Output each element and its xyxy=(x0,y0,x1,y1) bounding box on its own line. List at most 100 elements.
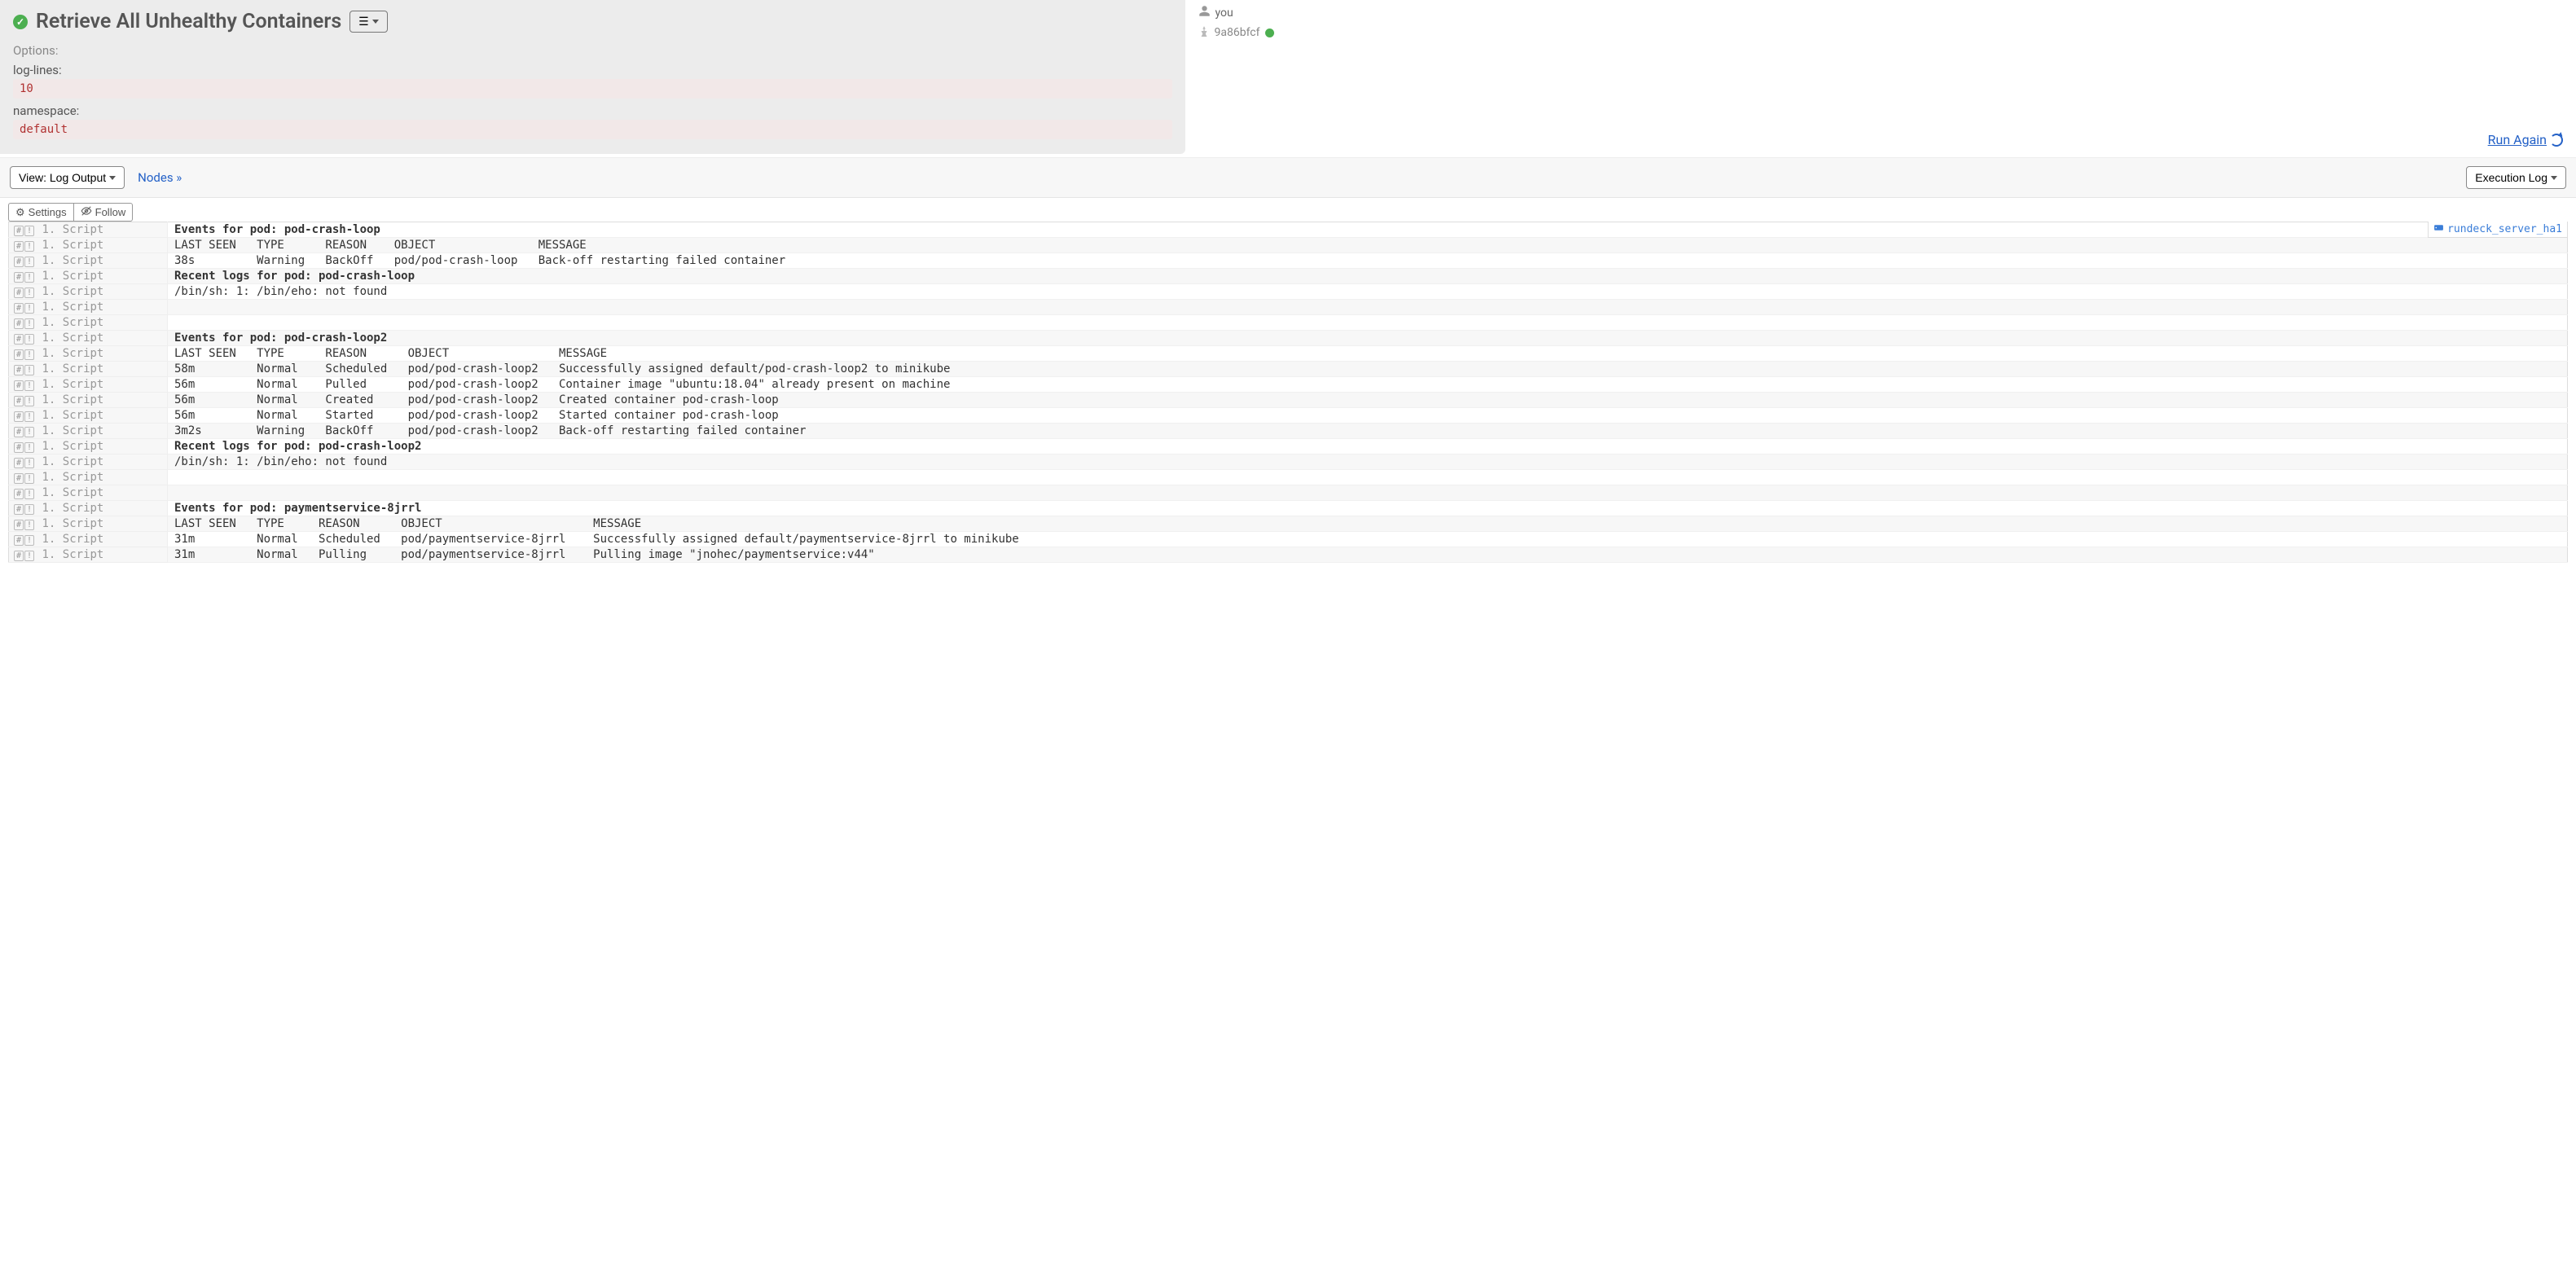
step-icon: # xyxy=(14,489,24,499)
log-row-meta: #! 1. Script xyxy=(9,470,168,485)
follow-label: Follow xyxy=(95,206,126,218)
step-bang-icon: ! xyxy=(24,520,34,530)
log-line: LAST SEEN TYPE REASON OBJECT MESSAGE xyxy=(168,516,2568,532)
log-line: 56m Normal Started pod/pod-crash-loop2 S… xyxy=(168,408,2568,424)
run-again-link[interactable]: Run Again xyxy=(2488,132,2563,147)
log-line: Events for pod: pod-crash-loop2 xyxy=(168,331,2568,346)
step-label: 1. Script xyxy=(42,301,104,314)
step-bang-icon: ! xyxy=(24,427,34,437)
log-row: #! 1. Script/bin/sh: 1: /bin/eho: not fo… xyxy=(9,454,2568,470)
execution-log-dropdown[interactable]: Execution Log xyxy=(2466,166,2566,189)
step-bang-icon: ! xyxy=(24,226,34,236)
log-line: 56m Normal Created pod/pod-crash-loop2 C… xyxy=(168,393,2568,408)
log-line: 56m Normal Pulled pod/pod-crash-loop2 Co… xyxy=(168,377,2568,393)
log-line: Recent logs for pod: pod-crash-loop xyxy=(168,269,2568,284)
log-line: LAST SEEN TYPE REASON OBJECT MESSAGE xyxy=(168,238,2568,253)
log-row-meta: #! 1. Script xyxy=(9,362,168,377)
log-line: 3m2s Warning BackOff pod/pod-crash-loop2… xyxy=(168,424,2568,439)
log-row-meta: #! 1. Script xyxy=(9,331,168,346)
log-row-meta: #! 1. Script xyxy=(9,222,168,238)
node-tag[interactable]: rundeck_server_ha1 xyxy=(2428,222,2568,238)
log-row: #! 1. ScriptLAST SEEN TYPE REASON OBJECT… xyxy=(9,238,2568,253)
run-again-label: Run Again xyxy=(2488,132,2547,147)
log-row: #! 1. Script xyxy=(9,470,2568,485)
step-icon: # xyxy=(14,458,24,468)
step-label: 1. Script xyxy=(42,270,104,283)
option-loglines-key: log-lines: xyxy=(13,63,1172,77)
log-row-meta: #! 1. Script xyxy=(9,485,168,501)
step-label: 1. Script xyxy=(42,424,104,437)
log-line xyxy=(168,300,2568,315)
log-line: Events for pod: paymentservice-8jrrl xyxy=(168,501,2568,516)
log-row-meta: #! 1. Script xyxy=(9,300,168,315)
log-row: #! 1. ScriptLAST SEEN TYPE REASON OBJECT… xyxy=(9,346,2568,362)
log-row: #! 1. Script31m Normal Pulling pod/payme… xyxy=(9,547,2568,563)
log-row-meta: #! 1. Script xyxy=(9,377,168,393)
commit-hash: 9a86bfcf xyxy=(1215,26,1260,39)
step-label: 1. Script xyxy=(42,285,104,298)
job-header-panel: Retrieve All Unhealthy Containers ☰ Opti… xyxy=(0,0,1185,154)
log-line xyxy=(168,315,2568,331)
log-row: #! 1. Script3m2s Warning BackOff pod/pod… xyxy=(9,424,2568,439)
log-row-meta: #! 1. Script xyxy=(9,439,168,454)
step-bang-icon: ! xyxy=(24,551,34,561)
log-line: 38s Warning BackOff pod/pod-crash-loop B… xyxy=(168,253,2568,269)
step-label: 1. Script xyxy=(42,440,104,453)
node-tag-label: rundeck_server_ha1 xyxy=(2447,223,2562,235)
log-row-meta: #! 1. Script xyxy=(9,393,168,408)
step-label: 1. Script xyxy=(42,533,104,546)
follow-toggle[interactable]: Follow xyxy=(73,203,134,222)
log-row-meta: #! 1. Script xyxy=(9,424,168,439)
log-row-meta: #! 1. Script xyxy=(9,516,168,532)
step-bang-icon: ! xyxy=(24,458,34,468)
step-bang-icon: ! xyxy=(24,411,34,422)
log-row-meta: #! 1. Script xyxy=(9,346,168,362)
step-icon: # xyxy=(14,551,24,561)
step-bang-icon: ! xyxy=(24,272,34,283)
step-icon: # xyxy=(14,318,24,329)
user-icon xyxy=(1198,5,1211,20)
log-output-table: #! 1. ScriptEvents for pod: pod-crash-lo… xyxy=(8,222,2568,563)
log-row: #! 1. ScriptRecent logs for pod: pod-cra… xyxy=(9,269,2568,284)
step-icon: # xyxy=(14,504,24,515)
step-label: 1. Script xyxy=(42,409,104,422)
step-bang-icon: ! xyxy=(24,442,34,453)
log-row: #! 1. Script xyxy=(9,485,2568,501)
step-bang-icon: ! xyxy=(24,396,34,406)
step-bang-icon: ! xyxy=(24,288,34,298)
log-row-meta: #! 1. Script xyxy=(9,454,168,470)
log-row: #! 1. Script56m Normal Started pod/pod-c… xyxy=(9,408,2568,424)
log-row-meta: #! 1. Script xyxy=(9,315,168,331)
log-line: LAST SEEN TYPE REASON OBJECT MESSAGE xyxy=(168,346,2568,362)
step-label: 1. Script xyxy=(42,548,104,561)
log-row-meta: #! 1. Script xyxy=(9,408,168,424)
step-bang-icon: ! xyxy=(24,535,34,546)
user-name: you xyxy=(1215,7,1233,20)
step-label: 1. Script xyxy=(42,455,104,468)
log-line xyxy=(168,470,2568,485)
step-bang-icon: ! xyxy=(24,318,34,329)
nodes-link[interactable]: Nodes » xyxy=(138,170,182,185)
caret-down-icon xyxy=(109,176,116,180)
option-loglines-value: 10 xyxy=(13,79,1172,99)
execution-log-label: Execution Log xyxy=(2475,171,2547,184)
step-icon: # xyxy=(14,411,24,422)
log-controls-bar: View: Log Output Nodes » Execution Log xyxy=(0,157,2576,198)
step-label: 1. Script xyxy=(42,362,104,375)
gear-icon: ⚙ xyxy=(15,206,25,219)
list-icon: ☰ xyxy=(358,15,369,29)
step-bang-icon: ! xyxy=(24,257,34,267)
settings-button[interactable]: ⚙ Settings xyxy=(8,203,73,222)
step-icon: # xyxy=(14,334,24,345)
job-actions-dropdown[interactable]: ☰ xyxy=(349,11,388,33)
option-namespace-key: namespace: xyxy=(13,103,1172,118)
step-label: 1. Script xyxy=(42,378,104,391)
caret-down-icon xyxy=(372,20,379,24)
log-row-meta: #! 1. Script xyxy=(9,501,168,516)
step-icon: # xyxy=(14,365,24,375)
commit-status-dot xyxy=(1265,29,1274,37)
view-dropdown[interactable]: View: Log Output xyxy=(10,166,125,189)
log-line: 58m Normal Scheduled pod/pod-crash-loop2… xyxy=(168,362,2568,377)
step-label: 1. Script xyxy=(42,471,104,484)
log-row-meta: #! 1. Script xyxy=(9,532,168,547)
